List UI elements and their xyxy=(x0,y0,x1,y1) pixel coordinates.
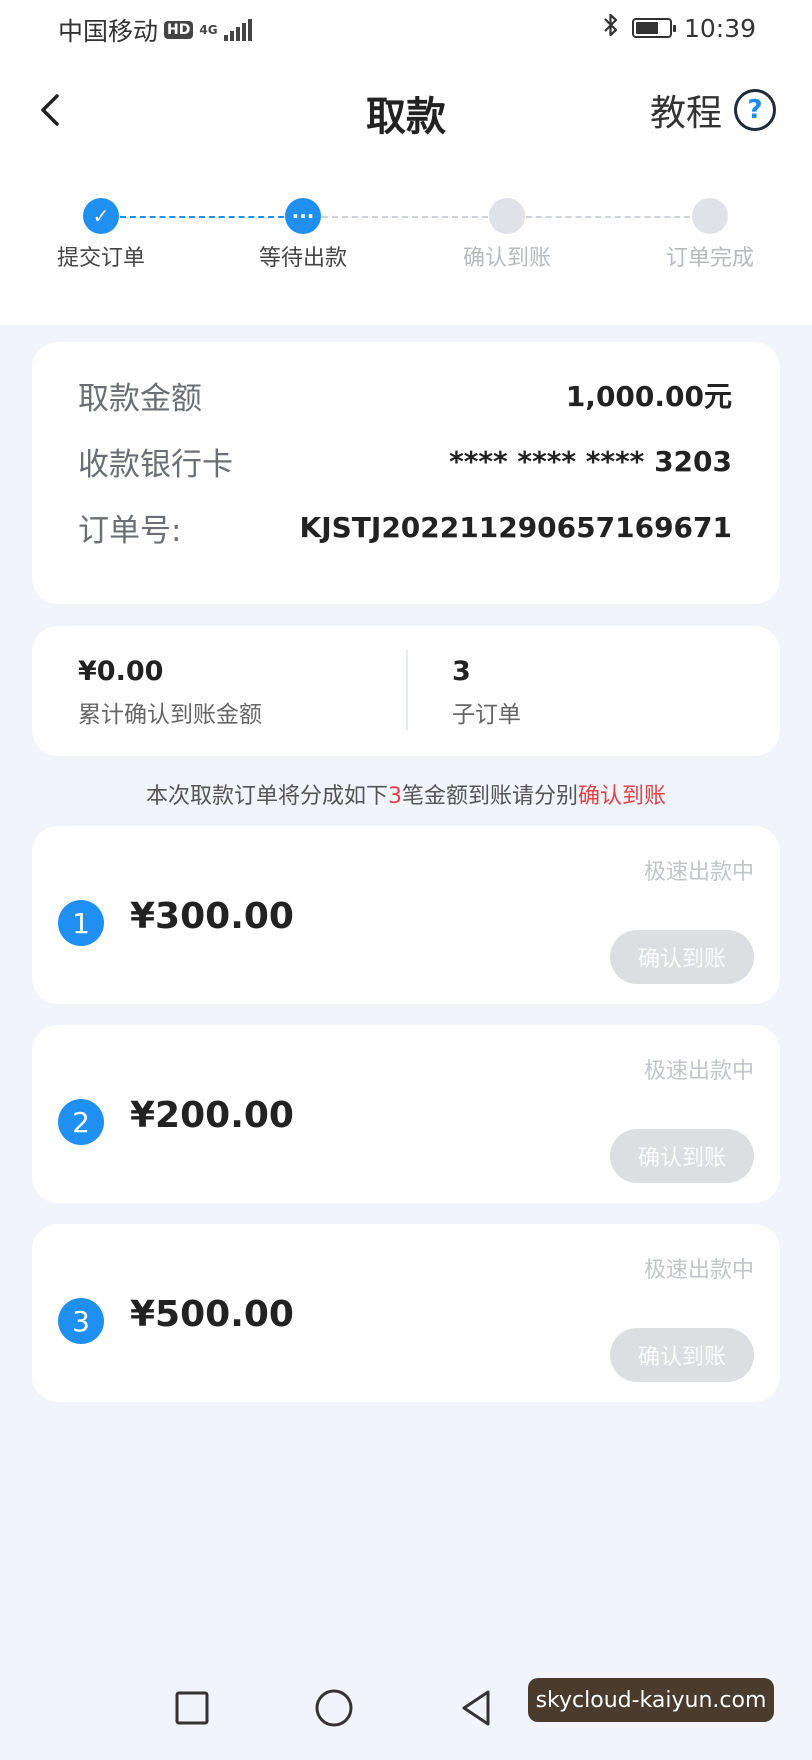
step-label: 订单完成 xyxy=(665,246,754,271)
recent-apps-button[interactable] xyxy=(162,1678,222,1738)
step-dot xyxy=(692,198,728,234)
clock: 10:39 xyxy=(683,13,756,43)
step-awaiting-payout: ··· 等待出款 xyxy=(233,196,373,272)
help-icon: ? xyxy=(734,89,776,131)
index-badge: 2 xyxy=(58,1099,104,1145)
split-notice: 本次取款订单将分成如下3笔金额到账请分别确认到账 xyxy=(0,778,812,810)
triangle-back-icon xyxy=(462,1690,490,1726)
step-submit-order: ✓ 提交订单 xyxy=(31,196,171,272)
step-confirm-receipt: 确认到账 xyxy=(437,196,577,272)
suborder-status: 极速出款中 xyxy=(643,860,754,885)
divider xyxy=(406,650,408,730)
confirmed-amount-value: ¥0.00 xyxy=(78,656,164,687)
circle-icon xyxy=(315,1689,353,1727)
suborder-count: 3 xyxy=(452,656,471,687)
battery-icon xyxy=(631,18,676,38)
suborder-status: 极速出款中 xyxy=(643,1059,754,1084)
step-order-complete: 订单完成 xyxy=(640,196,780,272)
back-nav-button[interactable] xyxy=(446,1678,506,1738)
bank-card-value: **** **** **** 3203 xyxy=(449,444,732,478)
hd-badge: HD xyxy=(164,21,194,39)
confirmed-amount-block: ¥0.00 累计确认到账金额 xyxy=(78,656,262,729)
amount-row: 取款金额 1,000.00元 xyxy=(78,366,732,424)
status-bar: 中国移动 HD 4G 10:39 xyxy=(0,0,812,56)
status-left: 中国移动 HD 4G xyxy=(58,12,252,48)
withdrawal-info-card: 取款金额 1,000.00元 收款银行卡 **** **** **** 3203… xyxy=(32,342,780,604)
suborder-amount: ¥500.00 xyxy=(130,1294,294,1335)
confirm-receipt-button[interactable]: 确认到账 xyxy=(610,930,754,984)
index-badge: 3 xyxy=(58,1298,104,1344)
home-button[interactable] xyxy=(304,1678,364,1738)
order-number-row: 订单号: KJSTJ20221129065716967​1 xyxy=(78,498,732,556)
summary-card: ¥0.00 累计确认到账金额 3 子订单 xyxy=(32,626,780,756)
notice-middle: 笔金额到账请分别 xyxy=(401,784,578,809)
bluetooth-icon xyxy=(602,12,620,44)
navigation-bar: 取款 教程 ? xyxy=(0,70,812,150)
confirm-receipt-button[interactable]: 确认到账 xyxy=(610,1129,754,1183)
signal-icon xyxy=(223,19,252,41)
suborder-amount: ¥300.00 xyxy=(130,896,294,937)
step-label: 等待出款 xyxy=(258,246,347,271)
more-dots-icon: ··· xyxy=(285,198,321,234)
step-label: 提交订单 xyxy=(56,246,145,271)
suborder-card-2: 2 ¥200.00 极速出款中 确认到账 xyxy=(32,1025,780,1203)
notice-count: 3 xyxy=(387,784,402,809)
step-dot xyxy=(489,198,525,234)
confirm-receipt-button[interactable]: 确认到账 xyxy=(610,1328,754,1382)
carrier-name: 中国移动 xyxy=(58,17,159,46)
suborder-status: 极速出款中 xyxy=(643,1258,754,1283)
amount-value: 1,000.00元 xyxy=(565,380,732,413)
status-right: 10:39 xyxy=(602,12,756,44)
suborder-label: 子订单 xyxy=(452,702,521,728)
watermark-label: skycloud-kaiyun.com xyxy=(528,1678,774,1722)
notice-action: 确认到账 xyxy=(578,784,667,809)
tutorial-link[interactable]: 教程 ? xyxy=(650,84,776,136)
amount-label: 取款金额 xyxy=(78,380,202,417)
tutorial-label: 教程 xyxy=(649,93,722,134)
progress-steps: ✓ 提交订单 ··· 等待出款 确认到账 订单完成 xyxy=(0,196,812,276)
check-icon: ✓ xyxy=(83,198,119,234)
notice-prefix: 本次取款订单将分成如下 xyxy=(145,784,388,809)
order-number-label: 订单号: xyxy=(78,512,182,549)
suborder-amount: ¥200.00 xyxy=(130,1095,294,1136)
bank-card-row: 收款银行卡 **** **** **** 3203 xyxy=(78,432,732,490)
suborder-card-3: 3 ¥500.00 极速出款中 确认到账 xyxy=(32,1224,780,1402)
suborder-block: 3 子订单 xyxy=(452,656,521,729)
confirmed-amount-label: 累计确认到账金额 xyxy=(78,702,262,728)
network-type: 4G xyxy=(199,23,218,37)
step-label: 确认到账 xyxy=(462,246,551,271)
order-number-value: KJSTJ20221129065716967​1 xyxy=(299,510,732,544)
suborder-card-1: 1 ¥300.00 极速出款中 确认到账 xyxy=(32,826,780,1004)
bank-card-label: 收款银行卡 xyxy=(78,446,233,483)
index-badge: 1 xyxy=(58,900,104,946)
square-icon xyxy=(175,1691,209,1725)
battery-level xyxy=(635,22,658,34)
